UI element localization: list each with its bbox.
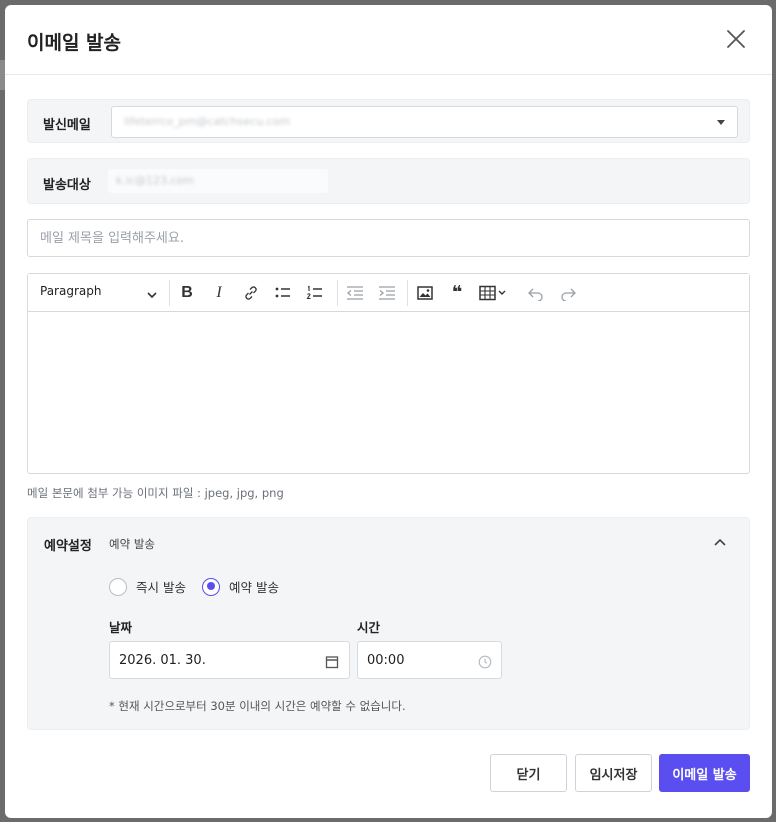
target-value: k.ic@123.com — [116, 174, 194, 187]
redo-icon[interactable] — [556, 281, 580, 305]
date-input[interactable]: 2026. 01. 30. — [109, 641, 350, 679]
target-row: 발송대상 k.ic@123.com — [27, 158, 750, 204]
outdent-icon[interactable] — [343, 281, 367, 305]
editor-toolbar: Paragraph B I ❝ — [28, 274, 749, 312]
close-icon[interactable] — [724, 27, 748, 51]
bulleted-list-icon[interactable] — [271, 281, 295, 305]
target-label: 발송대상 — [43, 178, 91, 193]
undo-icon[interactable] — [524, 281, 548, 305]
sender-label: 발신메일 — [43, 118, 91, 133]
radio-scheduled-send[interactable]: 예약 발송 — [202, 577, 279, 596]
indent-icon[interactable] — [375, 281, 399, 305]
email-send-modal: 이메일 발송 발신메일 lifeterrco_pm@catchsecu.com … — [5, 5, 772, 818]
quote-glyph: ❝ — [451, 282, 463, 303]
modal-title: 이메일 발송 — [27, 32, 122, 54]
link-icon[interactable] — [239, 281, 263, 305]
date-label: 날짜 — [109, 620, 133, 635]
editor-content-area[interactable] — [28, 312, 749, 473]
chevron-down-icon — [717, 120, 725, 125]
bold-glyph: B — [181, 284, 193, 301]
schedule-note: * 현재 시간으로부터 30분 이내의 시간은 예약할 수 없습니다. — [109, 699, 406, 713]
time-label: 시간 — [357, 620, 381, 635]
schedule-mode-summary: 예약 발송 — [109, 537, 155, 551]
close-button[interactable]: 닫기 — [490, 754, 567, 792]
quote-icon[interactable]: ❝ — [445, 281, 469, 305]
clock-icon[interactable] — [478, 654, 492, 673]
date-value: 2026. 01. 30. — [119, 653, 206, 668]
target-value-box: k.ic@123.com — [108, 169, 328, 193]
radio-button-selected[interactable] — [202, 577, 220, 596]
table-icon[interactable] — [477, 281, 511, 305]
image-icon[interactable] — [413, 281, 437, 305]
save-draft-button[interactable]: 임시저장 — [575, 754, 652, 792]
send-email-button[interactable]: 이메일 발송 — [659, 754, 750, 792]
italic-glyph: I — [216, 284, 222, 301]
bold-icon[interactable]: B — [175, 281, 199, 305]
radio-scheduled-send-label: 예약 발송 — [229, 580, 279, 595]
toolbar-divider — [407, 280, 408, 306]
sender-email-value: lifeterrco_pm@catchsecu.com — [124, 115, 291, 128]
image-attachment-hint: 메일 본문에 첨부 가능 이미지 파일 : jpeg, jpg, png — [27, 486, 284, 500]
modal-header: 이메일 발송 — [5, 5, 772, 75]
radio-send-now[interactable]: 즉시 발송 — [109, 577, 186, 596]
calendar-icon[interactable] — [325, 654, 339, 673]
time-value: 00:00 — [367, 653, 405, 668]
italic-icon[interactable]: I — [207, 281, 231, 305]
chevron-up-icon[interactable] — [711, 534, 729, 552]
chevron-down-icon[interactable] — [146, 286, 158, 305]
paragraph-format-dropdown[interactable]: Paragraph — [40, 284, 101, 298]
toolbar-divider — [169, 280, 170, 306]
schedule-settings-panel: 예약설정 예약 발송 즉시 발송 예약 발송 날짜 시간 2026. 01. 3… — [27, 517, 750, 730]
subject-input[interactable] — [27, 219, 750, 257]
radio-button[interactable] — [109, 577, 127, 596]
sender-row: 발신메일 lifeterrco_pm@catchsecu.com — [27, 99, 750, 143]
toolbar-divider — [337, 280, 338, 306]
numbered-list-icon[interactable] — [303, 281, 327, 305]
rich-text-editor: Paragraph B I ❝ — [27, 273, 750, 474]
schedule-label: 예약설정 — [44, 539, 92, 554]
radio-send-now-label: 즉시 발송 — [136, 580, 186, 595]
time-input[interactable]: 00:00 — [357, 641, 502, 679]
sender-email-select[interactable]: lifeterrco_pm@catchsecu.com — [111, 106, 738, 138]
